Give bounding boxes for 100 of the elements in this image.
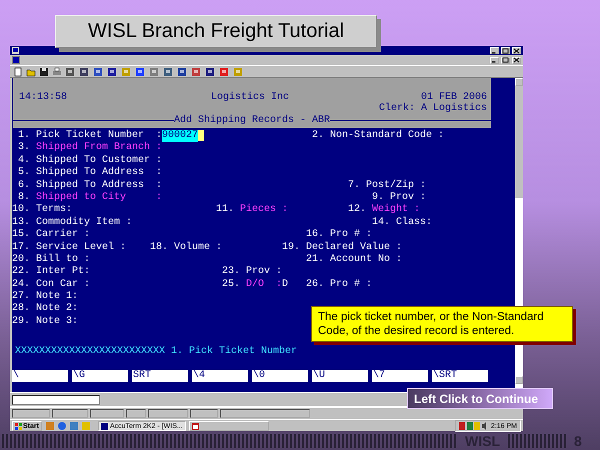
status-segment [90,409,124,418]
company-name: Logistics Inc [211,92,290,103]
field-number: 12. [348,204,366,217]
field-label: Commodity Item : [36,216,132,228]
restore-button[interactable] [501,56,510,64]
scrollbar-thumb[interactable] [515,86,523,198]
close-button[interactable] [512,56,521,64]
function-key[interactable]: \0 [252,370,308,382]
field-number: 19. [282,242,300,254]
field-label: Shipped From Branch : [36,142,162,154]
field-label: Shipped to City : [36,192,162,204]
field-label: Service Level : [36,242,126,254]
document-icon [12,56,20,64]
field-number: 13. [12,216,30,229]
close-icon [513,48,520,54]
callout-text: The pick ticket number, or the Non-Standard Code, of the desired record is entered. [311,306,573,342]
new-file-icon[interactable] [13,66,23,76]
field-value[interactable]: 900027 [162,130,198,142]
function-key[interactable]: \4 [192,370,248,382]
field-label: Shipped To Customer : [36,154,162,166]
function-key[interactable]: SRT [132,370,188,382]
field-number: 4. [18,154,30,167]
close-icon [513,57,520,63]
field-label: Shipped To Address : [36,167,162,180]
square-icon [502,57,509,63]
function-key[interactable]: \ [12,370,68,382]
windows-flag-icon [15,422,22,430]
field-label: Note 2: [36,303,78,316]
input-field[interactable] [12,394,100,404]
field-label: Note 3: [36,316,78,328]
taskbar-button[interactable] [188,421,269,431]
field-label: Declared Value : [306,242,402,254]
stripe-pattern [508,434,566,448]
prompt-text: XXXXXXXXXXXXXXXXXXXXXXXXX 1. Pick Ticket Number [14,346,298,358]
minimize-button[interactable] [490,56,499,64]
function-key[interactable]: \G [72,370,128,382]
square-icon [502,48,509,54]
field-number: 21. [306,254,324,266]
field-number: 22. [12,266,30,279]
continue-button[interactable]: Left Click to Continue [407,388,553,409]
field-number: 11. [216,204,234,217]
close-button[interactable] [512,47,521,54]
field-number: 9. [372,192,384,204]
field-number: 20. [12,254,30,266]
field-label: Volume : [174,242,222,254]
status-segment [52,409,88,418]
maximize-button[interactable] [501,47,510,54]
field-label: Bill to : [36,254,90,266]
field-number: 6. [18,180,30,192]
function-key[interactable]: \7 [372,370,428,382]
field-number: 10. [12,204,30,217]
field-label: Note 1: [36,291,78,303]
field-number: 18. [150,242,168,254]
window-icon [192,422,199,430]
field-number: 8. [18,192,30,204]
status-segment [148,409,188,418]
status-segment [12,409,50,418]
field-label: Terms: [36,204,72,216]
field-label: Class: [396,216,432,230]
field-number: 16. [306,229,324,242]
time-text: 14:13:58 [19,92,68,103]
field-number: 15. [12,229,30,242]
status-segment [190,409,218,418]
field-number: 5. [18,167,30,180]
field-number: 26. [306,278,324,292]
field-number: 24. [12,278,30,291]
field-label: Pieces : [240,204,288,217]
field-label: Con Car : [36,278,90,291]
screen-title: Add Shipping Records - ABR [174,114,330,126]
field-label: Prov : [246,266,282,278]
field-value[interactable]: D [282,278,288,292]
field-label: Prov : [390,192,426,204]
function-key[interactable]: \SRT [432,370,488,382]
field-number: 23. [222,266,240,279]
field-number: 14. [372,216,390,230]
field-number: 28. [12,303,30,316]
date-text: 01 FEB 2006 [420,92,487,103]
status-segment [126,409,146,418]
field-label: Carrier : [36,229,90,242]
field-number: 27. [12,291,30,303]
field-label: Pick Ticket Number : [36,130,162,142]
field-label: Weight : [372,204,420,216]
text-cursor [198,130,204,141]
field-label: Account No : [330,254,402,266]
field-number: 3. [18,142,30,155]
terminal-icon [100,422,108,430]
minimize-button[interactable] [490,47,499,54]
field-number: 29. [12,316,30,328]
field-number: 1. [18,130,30,142]
field-number: 7. [348,180,360,192]
function-key[interactable]: \U [312,370,368,382]
field-label: Non-Standard Code : [330,130,444,142]
printer-icon[interactable] [52,66,62,76]
clerk-text: Clerk: A Logistics [378,103,487,114]
field-label: Post/Zip : [366,180,426,192]
field-label: Pro # : [330,229,372,242]
field-number: 2. [312,130,324,142]
tray-icons-drawing [458,422,487,430]
field-label: D/O : [246,278,282,292]
field-label: Shipped To Address : [36,180,162,192]
